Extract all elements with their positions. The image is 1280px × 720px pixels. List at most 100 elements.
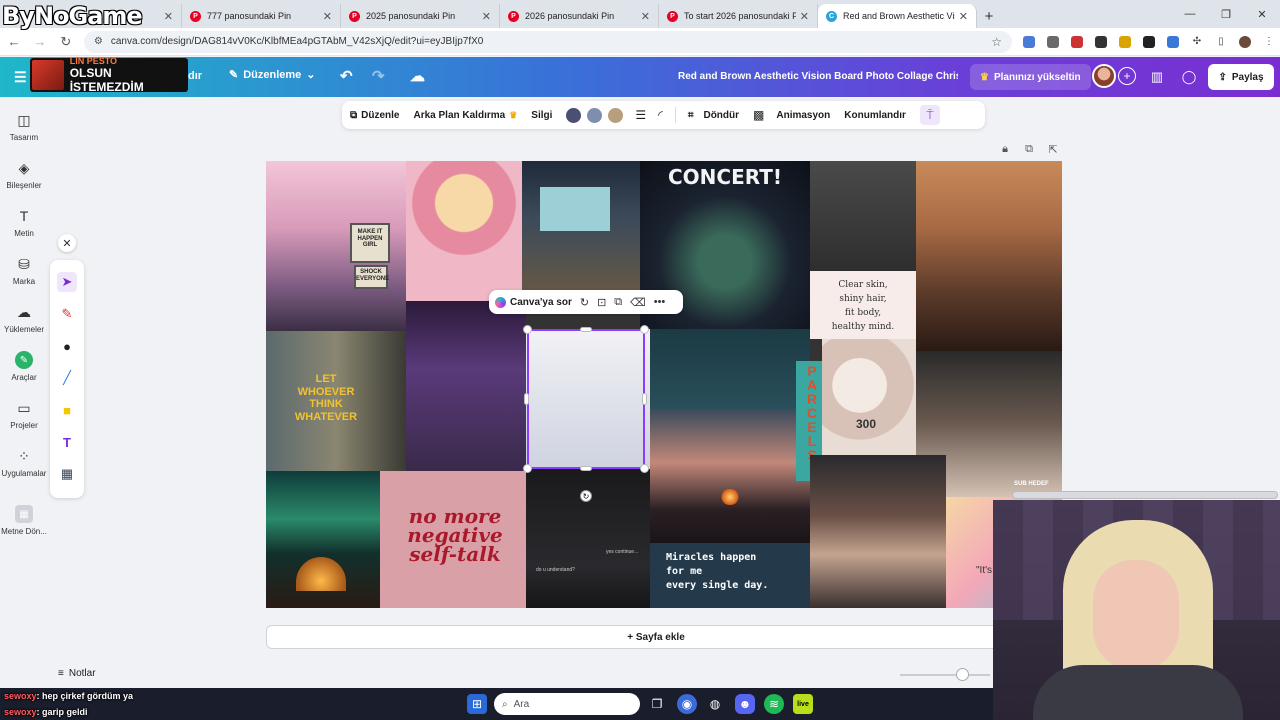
table-icon[interactable]: ▦ — [57, 464, 77, 484]
close-icon[interactable]: ✕ — [482, 10, 491, 23]
sticky-note-icon[interactable]: ■ — [57, 400, 77, 420]
sidepanel-icon[interactable]: ▯ — [1210, 31, 1232, 53]
resize-handle[interactable] — [640, 325, 649, 334]
bookmark-star-icon[interactable]: ☆ — [991, 35, 1002, 49]
close-icon[interactable]: ✕ — [164, 10, 173, 23]
resize-handle[interactable] — [640, 464, 649, 473]
color-swatch-1[interactable] — [566, 107, 582, 123]
close-window-icon[interactable]: ✕ — [1244, 0, 1280, 28]
bg-remove-button[interactable]: Arka Plan Kaldırma ♛ — [413, 110, 517, 121]
trash-icon[interactable]: ⌫ — [630, 296, 646, 309]
windows-start-icon[interactable]: ⊞ — [467, 694, 487, 714]
select-cursor-icon[interactable]: ➤ — [57, 272, 77, 292]
selected-image-frame[interactable] — [527, 329, 645, 469]
resize-handle[interactable] — [580, 466, 592, 471]
sidebar-item-elements[interactable]: ◈ Bileşenler — [0, 159, 48, 191]
edit-mode-dropdown[interactable]: ✎ Düzenleme ⌄ — [229, 68, 316, 82]
pen-icon[interactable]: ✎ — [57, 304, 77, 324]
photo-teal-block[interactable] — [650, 329, 810, 409]
eraser-button[interactable]: Silgi — [531, 110, 552, 121]
maximize-icon[interactable]: ❐ — [1208, 0, 1244, 28]
quote-miracles[interactable]: Miracles happen for me every single day. — [650, 543, 810, 608]
photo-cherry-blossom-street[interactable]: MAKE IT HAPPEN GIRL SHOCK EVERYONE — [266, 161, 406, 331]
close-icon[interactable]: ✕ — [959, 10, 968, 23]
menu-icon[interactable]: ☰ — [14, 69, 27, 86]
document-title[interactable]: Red and Brown Aesthetic Vision Board Pho… — [678, 71, 958, 82]
photo-beach-campfire[interactable] — [650, 409, 810, 543]
line-icon[interactable]: ╱ — [57, 368, 77, 388]
duplicate-icon[interactable]: ⧉ — [614, 296, 622, 309]
site-info-icon[interactable]: ⚙ — [94, 36, 103, 47]
corner-rounding-icon[interactable]: ◜ — [658, 108, 663, 122]
lock-page-icon[interactable]: 🔒︎ — [997, 141, 1013, 157]
duplicate-page-icon[interactable]: ⧉ — [1021, 141, 1037, 157]
task-view-icon[interactable]: ❐ — [647, 694, 667, 714]
streaming-app-icon[interactable]: live — [793, 694, 813, 714]
photo-boxing-gloves[interactable] — [810, 161, 916, 271]
add-page-icon[interactable]: ⇱ — [1045, 141, 1061, 157]
more-icon[interactable]: ⋮ — [1258, 31, 1280, 53]
browser-tab-4[interactable]: P To start 2026 panosundaki Pin ✕ — [659, 4, 818, 28]
more-icon[interactable]: ••• — [654, 296, 666, 308]
resize-handle[interactable] — [524, 393, 529, 405]
comment-icon[interactable]: ◯ — [1178, 66, 1200, 88]
spotify-icon[interactable]: ≋ — [764, 694, 784, 714]
extension-icon[interactable] — [1114, 31, 1136, 53]
upgrade-button[interactable]: ♛ Planınızı yükseltin — [970, 64, 1091, 90]
browser-tab-2[interactable]: P 2025 panosundaki Pin ✕ — [341, 4, 500, 28]
close-icon[interactable]: ✕ — [800, 10, 809, 23]
translate-icon[interactable] — [1018, 31, 1040, 53]
sidebar-item-convert[interactable]: ▦ Metne Dön... — [0, 505, 48, 536]
ask-canva-button[interactable]: Canva'ya sor — [495, 296, 572, 308]
sidebar-item-uploads[interactable]: ☁ Yüklemeler — [0, 303, 48, 335]
zoom-slider-knob[interactable] — [956, 668, 969, 681]
close-icon[interactable]: ✕ — [58, 234, 76, 252]
rotate-handle-icon[interactable]: ↻ — [580, 490, 592, 502]
border-style-icon[interactable]: ☰ — [635, 108, 646, 122]
zoom-slider[interactable] — [900, 674, 990, 676]
lock-icon[interactable]: ⊡ — [597, 296, 606, 309]
photo-colosseum-wine[interactable] — [916, 161, 1062, 351]
shape-icon[interactable]: ● — [57, 336, 77, 356]
new-tab-button[interactable]: + — [977, 4, 1001, 28]
extension-icon[interactable] — [1138, 31, 1160, 53]
extension-icon[interactable] — [1090, 31, 1112, 53]
color-swatch-2[interactable] — [587, 107, 603, 123]
redo-icon[interactable]: ↷ — [372, 67, 385, 85]
reload-icon[interactable]: ↻ — [54, 30, 78, 54]
file-menu[interactable]: dır — [188, 70, 202, 82]
url-field[interactable]: ⚙ canva.com/design/DAG814vV0Kc/KlbfMEa4p… — [83, 30, 1012, 53]
obs-icon[interactable]: ◍ — [705, 694, 725, 714]
photo-illustrated-woman[interactable] — [406, 161, 522, 301]
resize-handle[interactable] — [523, 464, 532, 473]
resize-handle[interactable] — [580, 327, 592, 332]
transparency-icon[interactable]: ▩ — [753, 108, 764, 122]
sidebar-item-brand[interactable]: ⛁ Marka — [0, 255, 48, 287]
design-canvas[interactable]: MAKE IT HAPPEN GIRL SHOCK EVERYONE CONCE… — [266, 161, 1062, 608]
text-tool-icon[interactable]: T — [57, 432, 77, 452]
chrome-icon[interactable]: ◉ — [677, 694, 697, 714]
photo-car-hand[interactable] — [810, 455, 946, 608]
extension-icon[interactable] — [1162, 31, 1184, 53]
quote-clear-skin[interactable]: Clear skin, shiny hair, fit body, health… — [810, 271, 916, 339]
add-page-button[interactable]: + Sayfa ekle — [266, 625, 1046, 649]
animate-button[interactable]: Animasyon — [776, 110, 830, 121]
close-icon[interactable]: ✕ — [323, 10, 332, 23]
discord-icon[interactable]: ☻ — [735, 694, 755, 714]
browser-tab-active[interactable]: C Red and Brown Aesthetic Vision ✕ — [818, 4, 977, 28]
notes-button[interactable]: ≡ Notlar — [58, 668, 96, 679]
share-button[interactable]: ⇪ Paylaş — [1208, 64, 1274, 90]
photo-cookies[interactable]: 300 — [822, 339, 916, 455]
sidebar-item-design[interactable]: ◫ Tasarım — [0, 111, 48, 143]
edit-image-button[interactable]: ⧉ Düzenle — [350, 110, 399, 121]
add-collaborator-icon[interactable]: + — [1118, 67, 1136, 85]
taskbar-search[interactable]: ⌕ Ara — [494, 693, 640, 715]
quote-no-more-negative[interactable]: no more negative self-talk — [380, 471, 526, 608]
photo-outdoor-cinema[interactable] — [522, 161, 640, 301]
resize-handle[interactable] — [642, 393, 647, 405]
replace-icon[interactable]: ↻ — [580, 296, 589, 309]
minimize-icon[interactable]: — — [1172, 0, 1208, 28]
position-button[interactable]: Konumlandır — [844, 110, 906, 121]
color-swatch-3[interactable] — [608, 107, 624, 123]
photo-aurora-dome[interactable] — [266, 471, 380, 608]
